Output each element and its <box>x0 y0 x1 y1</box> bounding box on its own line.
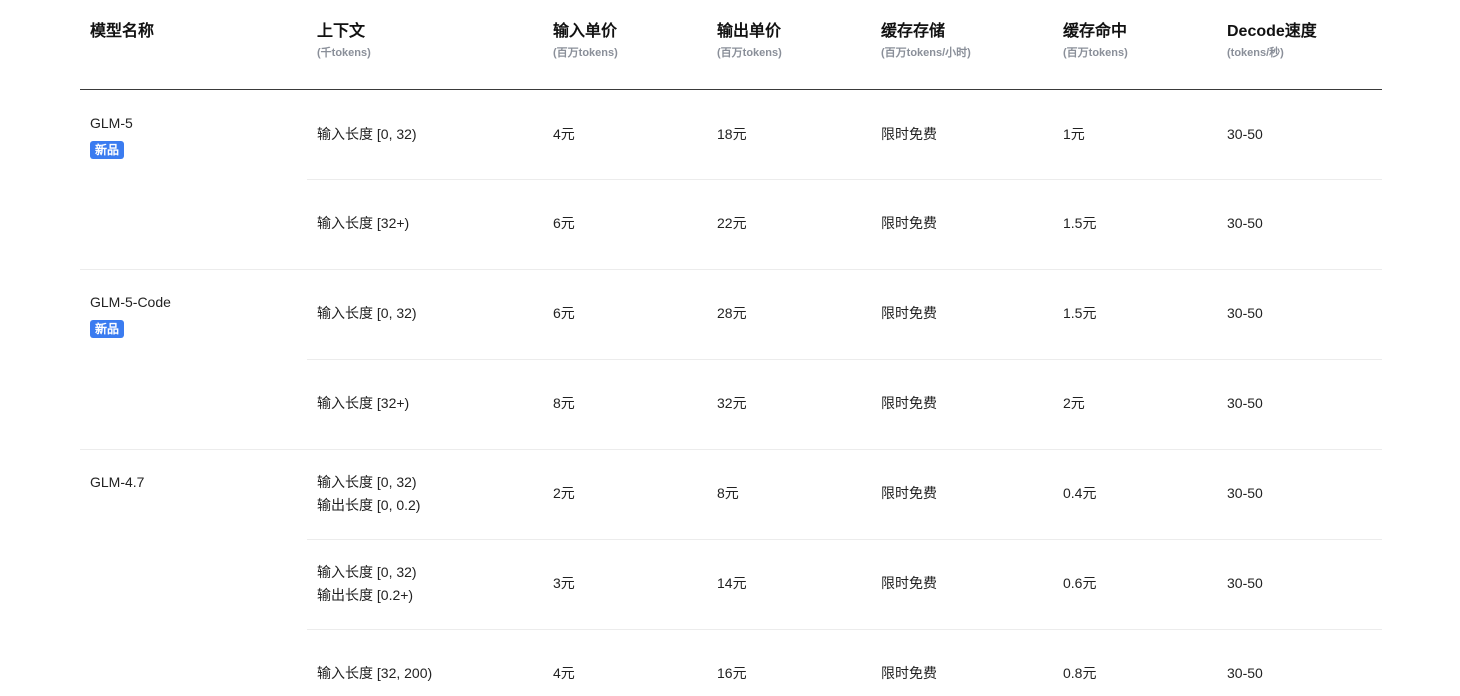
input-price-cell: 3元 <box>553 575 575 591</box>
input-price-cell: 6元 <box>553 305 575 321</box>
input-price-cell: 4元 <box>553 665 575 681</box>
cache-hit-cell: 1元 <box>1063 126 1085 142</box>
output-price-cell: 14元 <box>717 575 747 591</box>
header-title: 缓存存储 <box>881 23 946 40</box>
input-price-cell: 8元 <box>553 395 575 411</box>
model-cell: GLM-5 新品 <box>90 114 133 159</box>
cache-storage-cell: 限时免费 <box>881 305 937 321</box>
header-cache-storage: 缓存存储 (百万tokens/小时) <box>881 22 971 60</box>
context-cell: 输入长度 [32, 200) <box>317 662 432 685</box>
output-price-cell: 18元 <box>717 126 747 142</box>
header-title: 模型名称 <box>90 23 155 40</box>
cache-storage-cell: 限时免费 <box>881 395 937 411</box>
header-cache-hit: 缓存命中 (百万tokens) <box>1063 22 1128 60</box>
new-badge: 新品 <box>90 141 125 159</box>
header-output-price: 输出单价 (百万tokens) <box>717 22 782 60</box>
header-subtitle: (百万tokens/小时) <box>881 47 971 59</box>
context-cell: 输入长度 [0, 32) <box>317 123 417 146</box>
context-line: 输入长度 [32+) <box>317 215 410 231</box>
header-subtitle: (千tokens) <box>317 47 371 59</box>
input-price-cell: 2元 <box>553 485 575 501</box>
model-cell: GLM-5-Code 新品 <box>90 293 171 338</box>
cache-hit-cell: 1.5元 <box>1063 305 1097 321</box>
cache-storage-cell: 限时免费 <box>881 215 937 231</box>
cache-storage-cell: 限时免费 <box>881 575 937 591</box>
decode-speed-cell: 30-50 <box>1227 575 1263 591</box>
decode-speed-cell: 30-50 <box>1227 305 1263 321</box>
header-divider <box>80 89 1382 90</box>
header-title: 上下文 <box>317 23 366 40</box>
new-badge: 新品 <box>90 320 125 338</box>
output-price-cell: 28元 <box>717 305 747 321</box>
row-divider <box>307 629 1382 630</box>
context-line: 输入长度 [0, 32) <box>317 305 417 321</box>
decode-speed-cell: 30-50 <box>1227 665 1263 681</box>
row-divider <box>307 539 1382 540</box>
header-model-name: 模型名称 <box>90 22 154 42</box>
header-context: 上下文 (千tokens) <box>317 22 371 60</box>
context-cell: 输入长度 [0, 32) 输出长度 [0, 0.2) <box>317 471 420 517</box>
input-price-cell: 4元 <box>553 126 575 142</box>
model-name: GLM-4.7 <box>90 474 145 490</box>
header-title: 输入单价 <box>553 23 618 40</box>
header-input-price: 输入单价 (百万tokens) <box>553 22 618 60</box>
context-cell: 输入长度 [0, 32) 输出长度 [0.2+) <box>317 561 417 607</box>
decode-speed-cell: 30-50 <box>1227 395 1263 411</box>
header-title: 输出单价 <box>717 23 782 40</box>
decode-speed-cell: 30-50 <box>1227 215 1263 231</box>
decode-speed-cell: 30-50 <box>1227 126 1263 142</box>
input-price-cell: 6元 <box>553 215 575 231</box>
header-subtitle: (百万tokens) <box>717 47 782 59</box>
model-name: GLM-5 <box>90 115 133 131</box>
cache-storage-cell: 限时免费 <box>881 126 937 142</box>
output-price-cell: 22元 <box>717 215 747 231</box>
context-line: 输出长度 [0, 0.2) <box>317 497 421 513</box>
cache-hit-cell: 0.4元 <box>1063 485 1097 501</box>
context-line: 输入长度 [0, 32) <box>317 564 417 580</box>
header-subtitle: (tokens/秒) <box>1227 47 1284 59</box>
context-line: 输入长度 [32+) <box>317 395 410 411</box>
decode-speed-cell: 30-50 <box>1227 485 1263 501</box>
cache-hit-cell: 2元 <box>1063 395 1085 411</box>
context-line: 输入长度 [32, 200) <box>317 665 433 681</box>
row-divider <box>307 359 1382 360</box>
output-price-cell: 16元 <box>717 665 747 681</box>
output-price-cell: 8元 <box>717 485 739 501</box>
cache-hit-cell: 1.5元 <box>1063 215 1097 231</box>
header-title: 缓存命中 <box>1063 23 1128 40</box>
context-line: 输入长度 [0, 32) <box>317 474 417 490</box>
output-price-cell: 32元 <box>717 395 747 411</box>
header-decode-speed: Decode速度 (tokens/秒) <box>1227 22 1317 60</box>
cache-storage-cell: 限时免费 <box>881 665 937 681</box>
header-subtitle: (百万tokens) <box>1063 47 1128 59</box>
header-subtitle: (百万tokens) <box>553 47 618 59</box>
cache-hit-cell: 0.8元 <box>1063 665 1097 681</box>
model-cell: GLM-4.7 <box>90 473 144 491</box>
cache-storage-cell: 限时免费 <box>881 485 937 501</box>
context-cell: 输入长度 [0, 32) <box>317 302 417 325</box>
model-name: GLM-5-Code <box>90 294 171 310</box>
group-divider <box>80 449 1382 450</box>
header-title: Decode速度 <box>1227 23 1317 40</box>
context-line: 输入长度 [0, 32) <box>317 126 417 142</box>
row-divider <box>307 179 1382 180</box>
group-divider <box>80 269 1382 270</box>
context-cell: 输入长度 [32+) <box>317 392 409 415</box>
context-cell: 输入长度 [32+) <box>317 212 409 235</box>
context-line: 输出长度 [0.2+) <box>317 587 414 603</box>
cache-hit-cell: 0.6元 <box>1063 575 1097 591</box>
